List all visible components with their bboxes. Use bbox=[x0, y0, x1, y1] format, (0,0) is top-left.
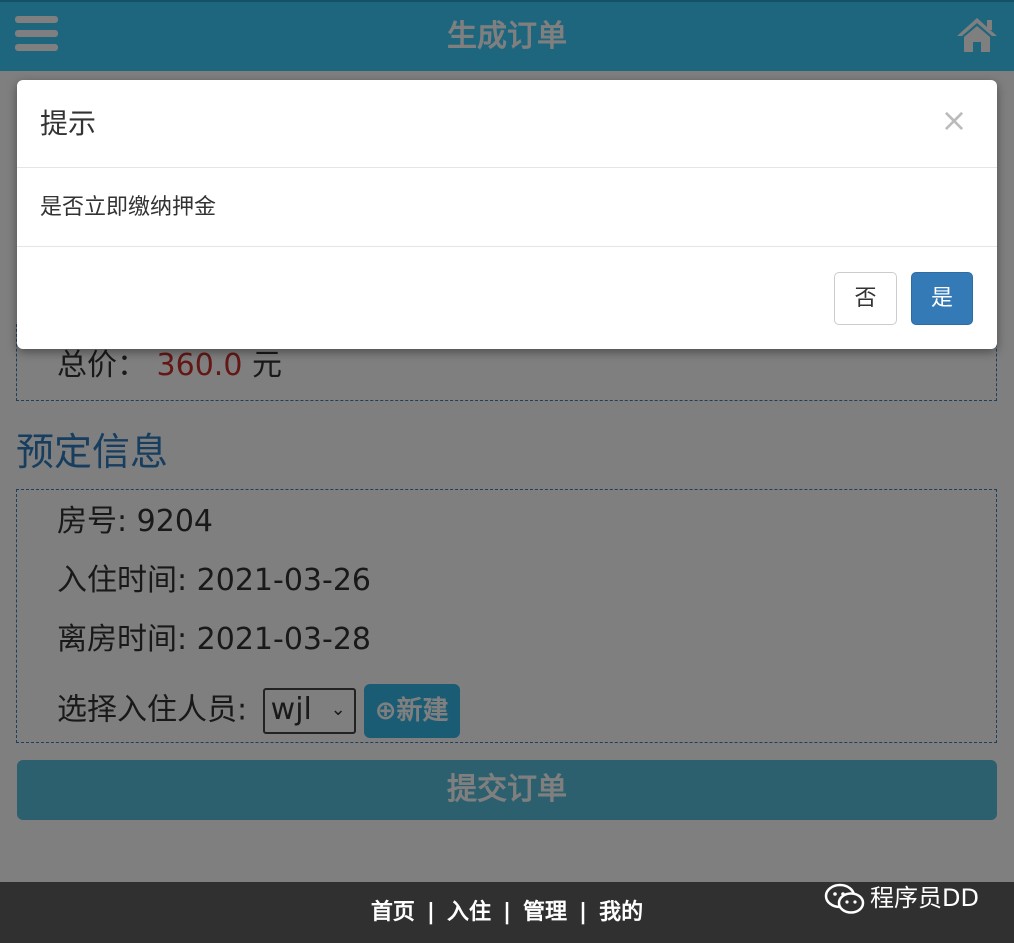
watermark-text: 程序员DD bbox=[870, 884, 979, 912]
dialog-message: 是否立即缴纳押金 bbox=[40, 195, 217, 220]
yes-button[interactable]: 是 bbox=[911, 272, 973, 325]
footer-separator: | bbox=[579, 900, 588, 925]
footer-link-home[interactable]: 首页 bbox=[371, 900, 415, 925]
watermark: 程序员DD bbox=[824, 882, 979, 915]
dialog-title: 提示 bbox=[40, 107, 97, 140]
dialog-body: 是否立即缴纳押金 bbox=[17, 169, 997, 247]
footer-separator: | bbox=[502, 900, 512, 925]
wechat-icon bbox=[824, 883, 865, 914]
confirm-dialog: 提示 × 是否立即缴纳押金 否 是 bbox=[17, 80, 997, 349]
footer-link-mine[interactable]: 我的 bbox=[599, 900, 643, 925]
footer-link-manage[interactable]: 管理 bbox=[523, 900, 567, 925]
footer-link-checkin[interactable]: 入住 bbox=[447, 900, 491, 925]
close-icon[interactable]: × bbox=[939, 100, 969, 140]
dialog-header: 提示 × bbox=[17, 80, 997, 168]
no-button[interactable]: 否 bbox=[834, 272, 897, 325]
footer-nav-bar: 首页 | 入住 | 管理 | 我的 程序员DD bbox=[0, 882, 1014, 943]
footer-separator: | bbox=[426, 900, 435, 925]
